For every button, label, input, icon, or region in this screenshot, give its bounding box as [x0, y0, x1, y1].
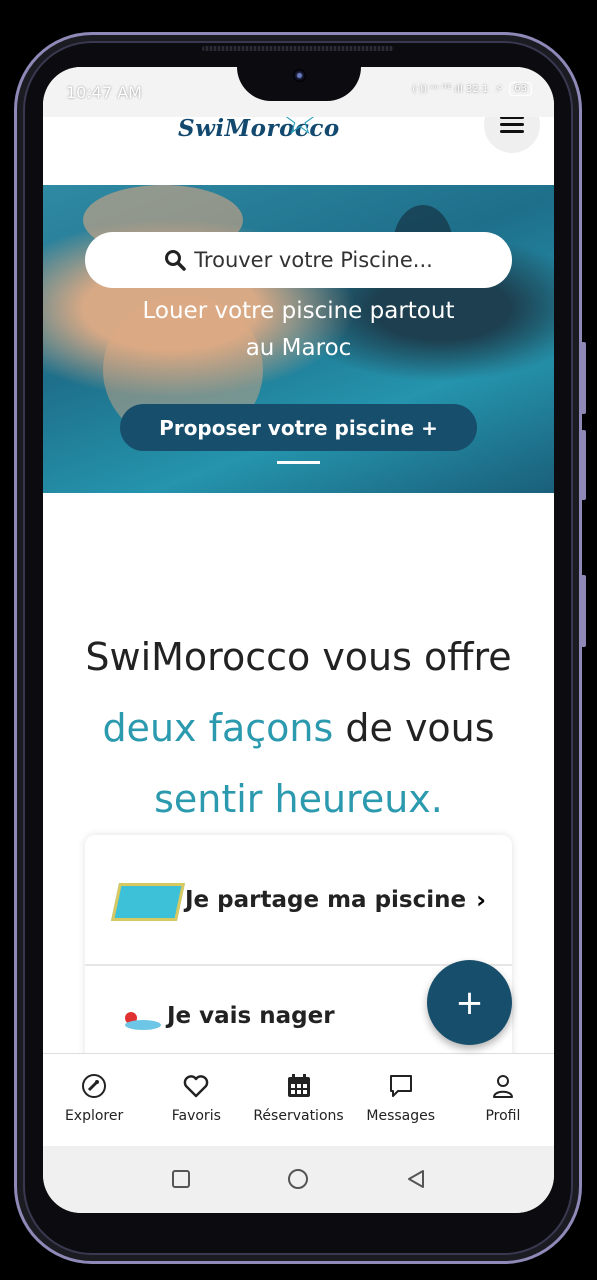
recents-icon[interactable]: [171, 1169, 191, 1189]
intro-highlight-2: sentir heureux.: [154, 777, 443, 821]
side-button: [581, 575, 586, 647]
back-icon[interactable]: [406, 1169, 426, 1189]
swimmer-icon: [125, 1012, 161, 1030]
intro-highlight-1: deux façons: [102, 706, 334, 750]
calendar-icon: [287, 1074, 310, 1097]
intro-heading: SwiMorocco vous offre deux façons de vou…: [43, 622, 554, 835]
charging-icon: ⚡: [495, 83, 503, 95]
tab-label: Explorer: [64, 1108, 124, 1124]
option-label: Je partage ma piscine: [185, 886, 467, 913]
screen: 10:47 AM (·)) ᵛᵒ ˡᵀᴱ ıll 32.1 ⚡ 63 SwiMo…: [43, 67, 554, 1213]
tab-reservations[interactable]: Réservations: [247, 1054, 349, 1146]
bottom-tab-bar: Explorer Favoris Réservations Messages P…: [43, 1053, 554, 1146]
hamburger-icon: [500, 116, 524, 134]
tab-label: Messages: [366, 1108, 436, 1124]
message-icon: [389, 1075, 412, 1097]
carousel-indicator[interactable]: [277, 461, 320, 464]
tab-profil[interactable]: Profil: [452, 1054, 554, 1146]
system-nav-bar: [43, 1145, 554, 1213]
pool-icon: [110, 883, 186, 921]
explore-icon: [82, 1074, 107, 1098]
search-placeholder: Trouver votre Piscine...: [194, 248, 433, 272]
hero-tagline: Louer votre piscine partout au Maroc: [43, 293, 554, 367]
tab-messages[interactable]: Messages: [350, 1054, 452, 1146]
home-icon[interactable]: [287, 1168, 309, 1190]
earpiece-speaker: [202, 46, 394, 51]
search-bar[interactable]: Trouver votre Piscine...: [85, 232, 512, 288]
tab-favoris[interactable]: Favoris: [145, 1054, 247, 1146]
add-fab-button[interactable]: +: [427, 960, 512, 1045]
option-share-pool[interactable]: Je partage ma piscine ›: [85, 835, 512, 966]
volume-button: [581, 342, 586, 414]
heart-icon: [184, 1075, 209, 1098]
power-button: [581, 430, 586, 500]
user-icon: [492, 1075, 513, 1098]
chevron-right-icon: ›: [476, 885, 486, 914]
tab-explorer[interactable]: Explorer: [43, 1054, 145, 1146]
tab-label: Profil: [485, 1108, 521, 1124]
search-icon: [165, 250, 186, 271]
status-icons: (·)) ᵛᵒ ˡᵀᴱ ıll 32.1 ⚡ 63: [412, 82, 532, 96]
option-label: Je vais nager: [167, 1002, 335, 1029]
front-camera: [293, 69, 306, 82]
intro-text-1: SwiMorocco vous offre: [85, 635, 512, 679]
status-bar: 10:47 AM (·)) ᵛᵒ ˡᵀᴱ ıll 32.1 ⚡ 63: [43, 67, 554, 117]
battery-icon: 63: [509, 82, 532, 96]
hero-banner: Trouver votre Piscine... Louer votre pis…: [43, 185, 554, 493]
clock: 10:47 AM: [66, 83, 142, 102]
logo[interactable]: SwiMorocco ☆: [178, 101, 368, 149]
app-header: SwiMorocco ☆: [43, 97, 554, 185]
propose-pool-button[interactable]: Proposer votre piscine +: [120, 404, 477, 451]
signal-icons: (·)) ᵛᵒ ˡᵀᴱ ıll 32.1: [412, 83, 489, 95]
tab-label: Réservations: [253, 1108, 344, 1124]
intro-text-2: de vous: [333, 706, 495, 750]
tab-label: Favoris: [171, 1108, 221, 1124]
hero-tagline-text: Louer votre piscine partout au Maroc: [142, 298, 455, 361]
